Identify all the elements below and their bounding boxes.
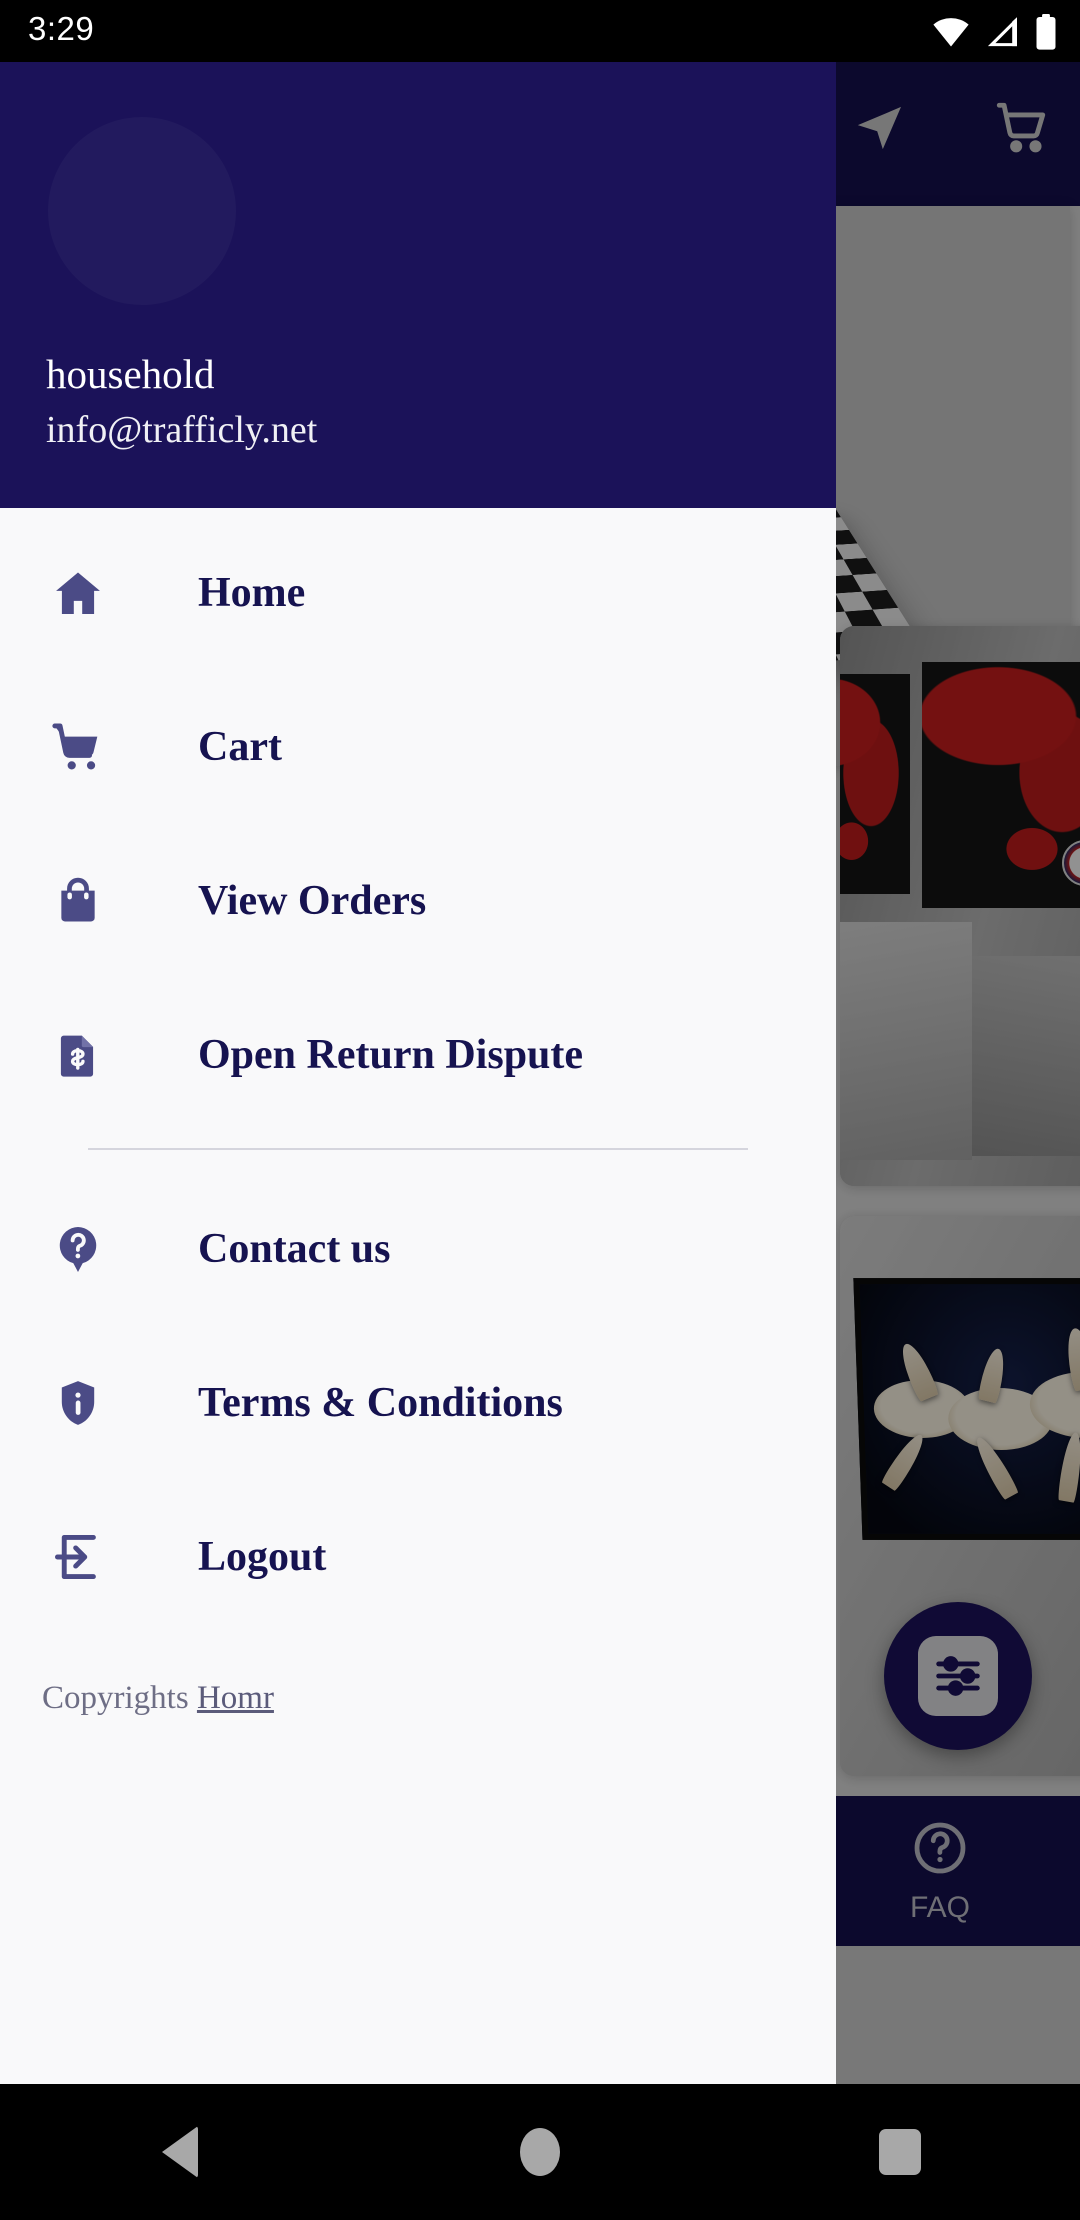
wifi-icon [932,15,970,54]
copyright-link[interactable]: Homr [197,1680,274,1716]
sidebar-item-contact-us[interactable]: Contact us [0,1172,836,1326]
home-circle-icon [520,2128,560,2176]
sidebar-item-label: View Orders [198,878,427,924]
navigation-drawer: household info@trafficly.net Home Cart V… [0,62,836,2084]
sidebar-item-cart[interactable]: Cart [0,670,836,824]
back-triangle-icon [162,2126,198,2178]
android-navigation-bar [0,2084,1080,2220]
phone-screen: FAQ household info@trafficly.net Home Ca… [0,0,1080,2220]
exit-arrow-icon [30,1529,126,1585]
status-bar: 3:29 [0,0,1080,62]
cellular-signal-icon [984,15,1020,54]
sidebar-item-label: Contact us [198,1226,391,1272]
recents-square-icon [879,2129,921,2175]
drawer-user-email: info@trafficly.net [46,409,318,451]
avatar[interactable] [48,117,236,305]
sidebar-item-open-return-dispute[interactable]: Open Return Dispute [0,978,836,1132]
sidebar-item-label: Terms & Conditions [198,1380,563,1426]
sidebar-item-logout[interactable]: Logout [0,1480,836,1634]
sidebar-item-terms-conditions[interactable]: Terms & Conditions [0,1326,836,1480]
help-marker-icon [30,1222,126,1276]
home-button[interactable] [360,2128,720,2176]
home-icon [30,565,126,621]
recents-button[interactable] [720,2129,1080,2175]
shopping-bag-icon [30,874,126,928]
sidebar-item-label: Open Return Dispute [198,1032,584,1078]
menu-divider [88,1148,748,1150]
status-bar-clock: 3:29 [28,10,95,47]
shield-info-icon [30,1376,126,1430]
drawer-menu: Home Cart View Orders Open Return Disput… [0,508,836,1717]
status-bar-icons [932,14,1058,55]
receipt-dollar-icon [30,1028,126,1082]
drawer-user-name: household [46,351,215,397]
battery-icon [1034,14,1058,55]
drawer-header: household info@trafficly.net [0,62,836,508]
sidebar-item-label: Cart [198,724,282,770]
sidebar-item-label: Logout [198,1534,327,1580]
sidebar-item-label: Home [198,570,306,616]
back-button[interactable] [0,2126,360,2178]
cart-icon [30,718,126,776]
sidebar-item-view-orders[interactable]: View Orders [0,824,836,978]
copyright-footer: Copyrights Homr [42,1680,836,1717]
copyright-prefix: Copyrights [42,1680,189,1716]
sidebar-item-home[interactable]: Home [0,516,836,670]
